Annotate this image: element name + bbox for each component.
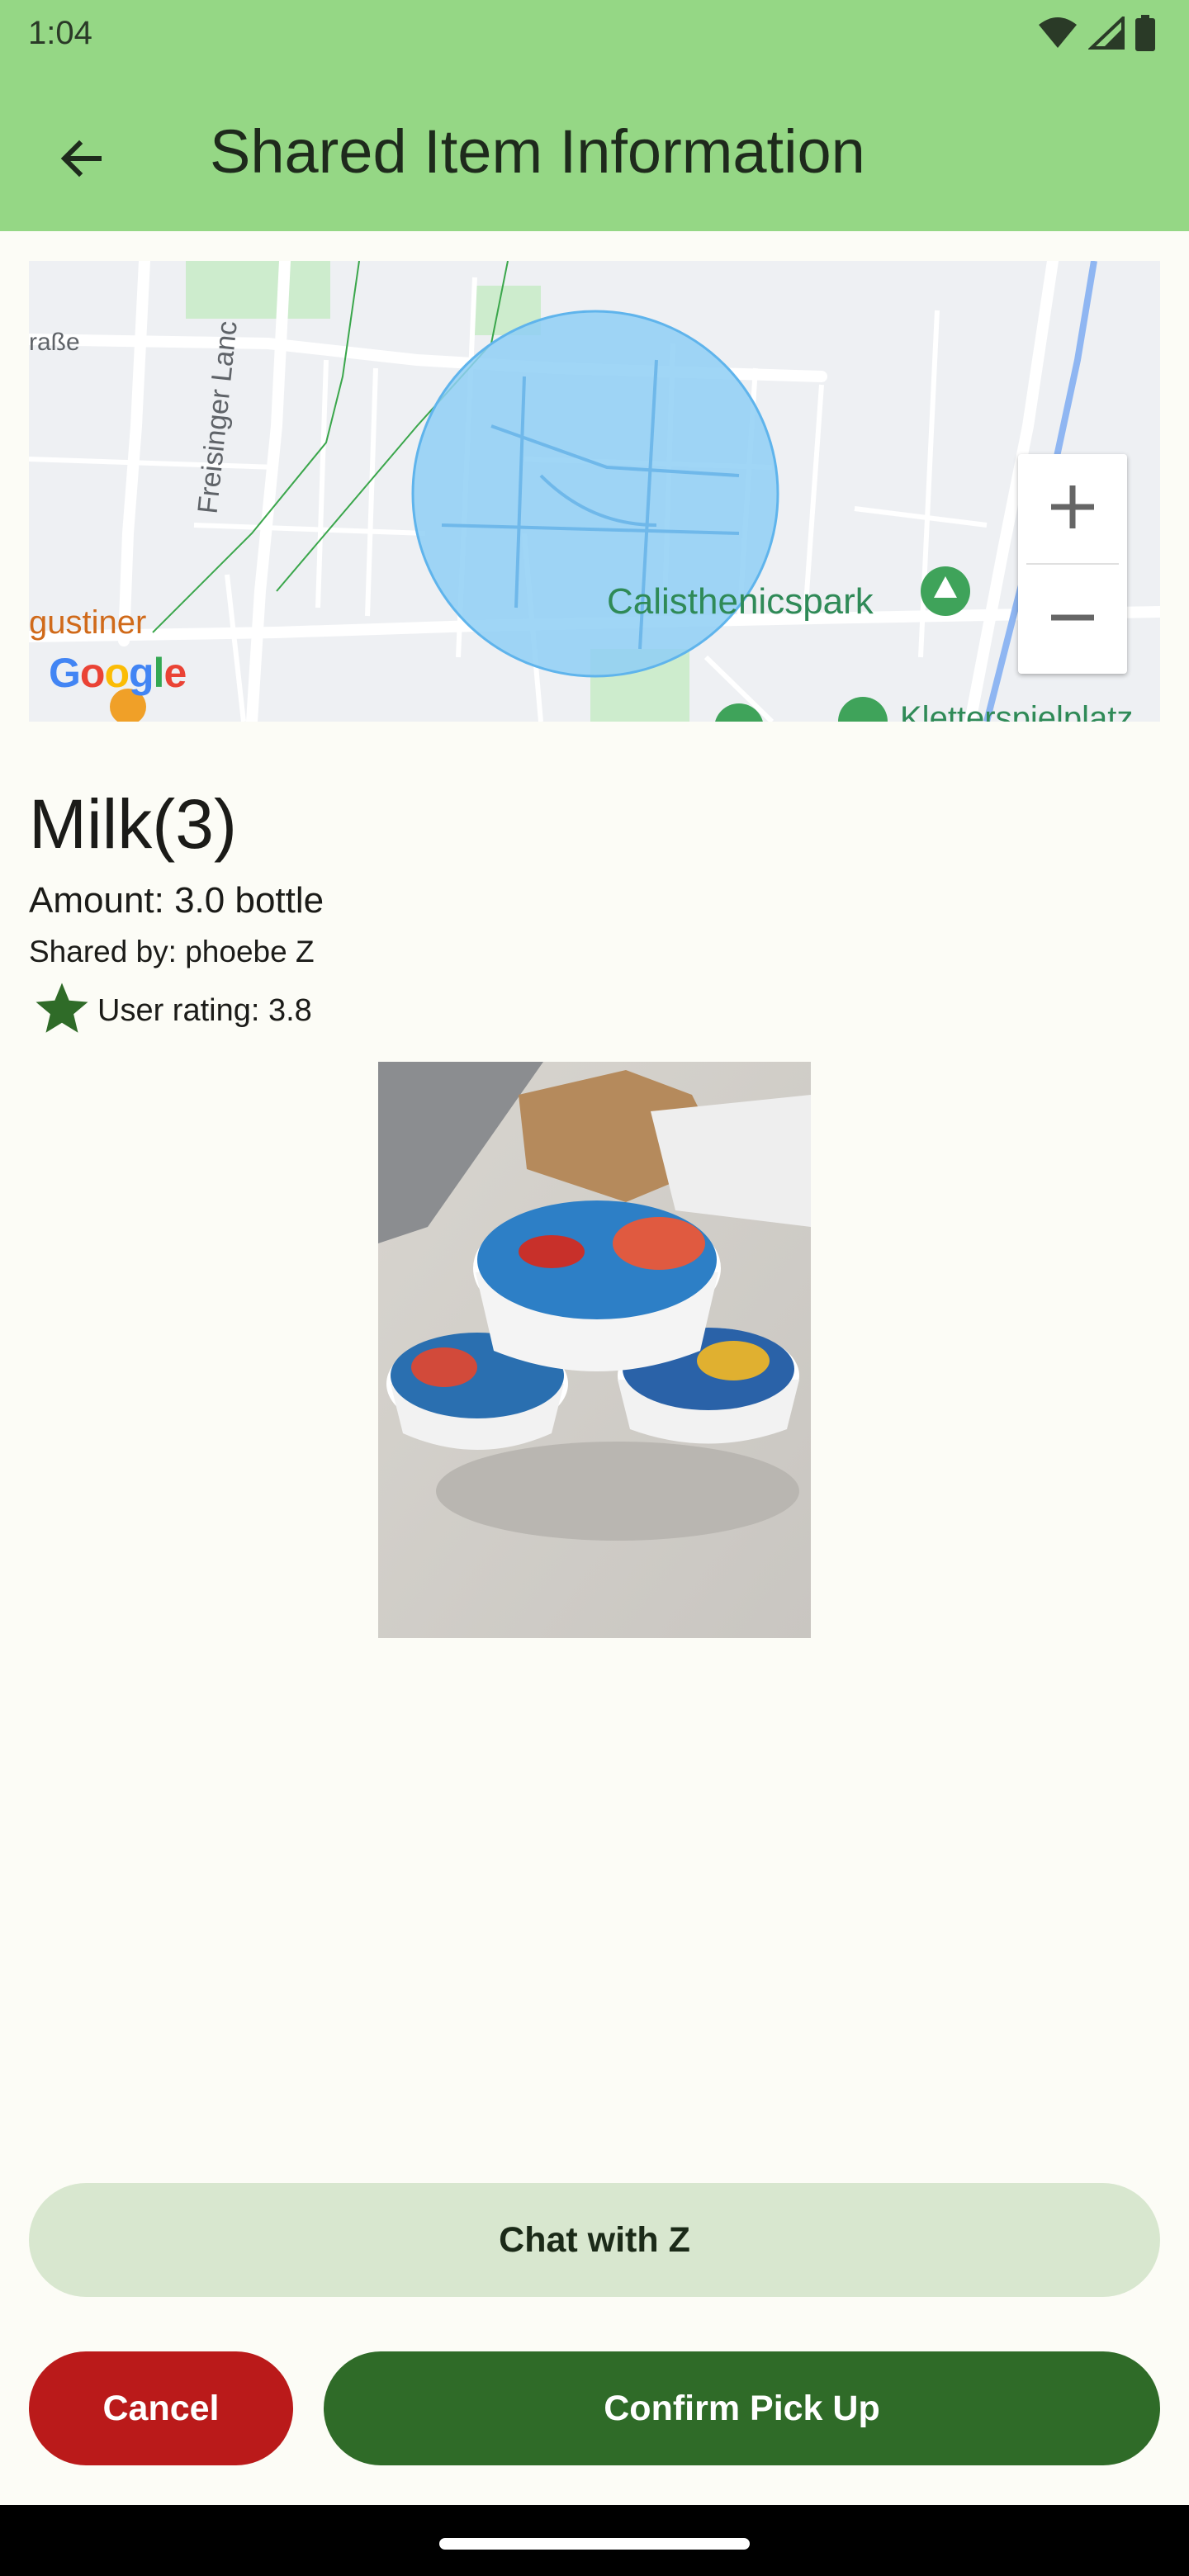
system-navigation-bar xyxy=(0,2505,1189,2576)
item-photo xyxy=(378,1062,811,1638)
page-title: Shared Item Information xyxy=(210,117,865,186)
map-zoom-controls xyxy=(1018,454,1127,674)
map-label-augustiner: gustiner xyxy=(29,604,147,641)
app-bar: Shared Item Information xyxy=(0,69,1189,231)
chat-button[interactable]: Chat with Z xyxy=(29,2183,1160,2297)
confirm-pickup-button[interactable]: Confirm Pick Up xyxy=(324,2351,1160,2465)
zoom-in-button[interactable] xyxy=(1018,454,1127,563)
map-label-kletterspielplatz: Kletterspielplatz xyxy=(900,700,1134,722)
item-amount: Amount: 3.0 bottle xyxy=(29,880,324,921)
battery-icon xyxy=(1135,14,1156,55)
status-bar: 1:04 xyxy=(0,0,1189,69)
minus-icon xyxy=(1046,591,1099,648)
status-time: 1:04 xyxy=(28,15,92,51)
plus-icon xyxy=(1046,481,1099,537)
item-title: Milk(3) xyxy=(29,785,237,863)
google-logo: Google xyxy=(49,650,187,696)
map-label-calisthenicspark: Calisthenicspark xyxy=(607,581,874,622)
back-button[interactable] xyxy=(33,112,129,208)
zoom-out-button[interactable] xyxy=(1018,565,1127,674)
home-gesture-handle[interactable] xyxy=(439,2538,750,2550)
user-rating: User rating: 3.8 xyxy=(31,979,312,1043)
map-label-street: raße xyxy=(29,329,80,356)
cancel-button[interactable]: Cancel xyxy=(29,2351,293,2465)
status-icons xyxy=(1037,13,1156,55)
shared-by: Shared by: phoebe Z xyxy=(29,935,315,968)
arrow-back-icon xyxy=(56,134,106,187)
star-icon xyxy=(31,979,92,1043)
wifi-icon xyxy=(1037,17,1078,54)
user-rating-text: User rating: 3.8 xyxy=(97,993,312,1028)
cellular-signal-icon xyxy=(1087,13,1125,54)
location-map[interactable]: raße Freisinger Lanc gustiner Calistheni… xyxy=(29,261,1160,722)
